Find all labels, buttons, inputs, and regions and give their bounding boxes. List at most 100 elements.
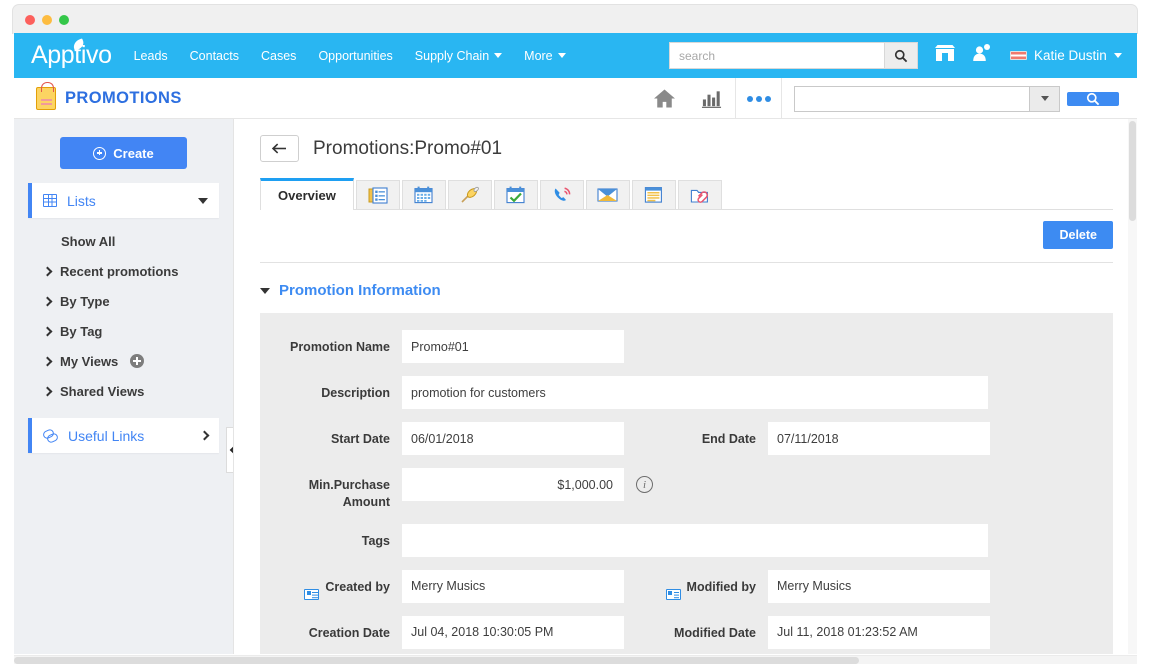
module-search-button[interactable] xyxy=(1067,92,1119,106)
start-date-label: Start Date xyxy=(260,422,390,448)
home-button[interactable] xyxy=(641,78,688,119)
chevron-down-icon xyxy=(260,288,270,294)
modified-by-label: Modified by xyxy=(687,579,756,596)
nav-link-contacts[interactable]: Contacts xyxy=(190,49,239,63)
info-icon[interactable]: i xyxy=(636,476,653,493)
record-tabs: Overview xyxy=(260,180,1113,210)
module-search-dropdown[interactable] xyxy=(1029,86,1060,112)
store-icon[interactable] xyxy=(934,44,956,68)
description-value[interactable]: promotion for customers xyxy=(402,376,988,409)
search-icon xyxy=(894,49,908,63)
sidebar-item-recent-promotions[interactable]: Recent promotions xyxy=(14,256,233,286)
pushpin-icon xyxy=(460,186,480,204)
sidebar-item-label: By Type xyxy=(60,294,110,309)
tab-overview[interactable]: Overview xyxy=(260,178,354,210)
sidebar-section-lists[interactable]: Lists xyxy=(28,183,219,218)
user-menu[interactable]: Katie Dustin xyxy=(1010,48,1122,63)
field-row-tags: Tags xyxy=(260,524,1113,557)
attachment-icon xyxy=(690,187,709,204)
sidebar-item-show-all[interactable]: Show All xyxy=(14,226,233,256)
contact-card-icon xyxy=(304,589,319,600)
chevron-down-icon xyxy=(1114,53,1122,58)
sidebar-item-shared-views[interactable]: Shared Views xyxy=(14,376,233,406)
end-date-value[interactable]: 07/11/2018 xyxy=(768,422,990,455)
tab-notes[interactable] xyxy=(632,180,676,209)
global-search-input[interactable] xyxy=(670,43,884,68)
nav-label: Opportunities xyxy=(318,49,392,63)
creation-date-value: Jul 04, 2018 10:30:05 PM xyxy=(402,616,624,649)
nav-label: More xyxy=(524,49,552,63)
end-date-label: End Date xyxy=(624,422,756,448)
close-window-button[interactable] xyxy=(25,15,35,25)
window-chrome xyxy=(12,4,1138,34)
nav-link-cases[interactable]: Cases xyxy=(261,49,296,63)
sidebar: Create Lists Show All Recent promotions … xyxy=(14,119,233,654)
chevron-right-icon xyxy=(43,266,53,276)
sidebar-item-by-type[interactable]: By Type xyxy=(14,286,233,316)
tags-label: Tags xyxy=(260,524,390,550)
module-toolbar xyxy=(641,78,1119,119)
delete-button[interactable]: Delete xyxy=(1043,221,1113,249)
vertical-scrollbar[interactable] xyxy=(1128,119,1137,654)
chevron-down-icon xyxy=(558,53,566,58)
created-by-label-group: Created by xyxy=(260,570,390,600)
horizontal-scrollbar[interactable] xyxy=(14,655,1137,664)
chevron-right-icon xyxy=(200,431,210,441)
nav-link-opportunities[interactable]: Opportunities xyxy=(318,49,392,63)
global-search-button[interactable] xyxy=(884,43,917,68)
sidebar-item-by-tag[interactable]: By Tag xyxy=(14,316,233,346)
user-badge-icon[interactable] xyxy=(971,43,991,68)
tab-emails[interactable] xyxy=(586,180,630,209)
back-button[interactable] xyxy=(260,135,299,162)
tags-value[interactable] xyxy=(402,524,988,557)
grid-icon xyxy=(43,194,57,207)
sidebar-item-my-views[interactable]: My Views xyxy=(14,346,233,376)
module-search-input[interactable] xyxy=(794,86,1029,112)
field-row-min-purchase-amount: Min.Purchase Amount $1,000.00 i xyxy=(260,468,1113,511)
nav-link-more[interactable]: More xyxy=(524,49,565,63)
sidebar-item-label: My Views xyxy=(60,354,118,369)
chevron-right-icon xyxy=(43,296,53,306)
min-purchase-amount-label-line2: Amount xyxy=(260,494,390,511)
sidebar-section-label: Useful Links xyxy=(68,428,201,444)
reports-button[interactable] xyxy=(688,78,735,119)
create-button[interactable]: Create xyxy=(60,137,187,169)
field-row-description: Description promotion for customers xyxy=(260,376,1113,409)
tab-attachments[interactable] xyxy=(678,180,722,209)
home-icon xyxy=(653,88,676,109)
tab-tasks[interactable] xyxy=(494,180,538,209)
module-search xyxy=(794,86,1060,112)
nav-link-supply-chain[interactable]: Supply Chain xyxy=(415,49,502,63)
sidebar-item-label: Recent promotions xyxy=(60,264,178,279)
phone-icon xyxy=(552,186,572,204)
created-by-value: Merry Musics xyxy=(402,570,624,603)
apptivo-logo[interactable]: Apptivo xyxy=(31,41,112,70)
bar-chart-icon xyxy=(701,88,722,109)
minimize-window-button[interactable] xyxy=(42,15,52,25)
tab-news[interactable] xyxy=(356,180,400,209)
news-icon xyxy=(368,187,388,204)
section-header-promotion-information[interactable]: Promotion Information xyxy=(260,282,1113,299)
vertical-scrollbar-thumb[interactable] xyxy=(1129,121,1136,221)
plus-circle-icon xyxy=(93,147,106,160)
tab-calls[interactable] xyxy=(540,180,584,209)
chevron-right-icon xyxy=(43,326,53,336)
more-options-button[interactable] xyxy=(735,78,782,119)
start-date-value[interactable]: 06/01/2018 xyxy=(402,422,624,455)
promotion-name-value[interactable]: Promo#01 xyxy=(402,330,624,363)
tab-calendar[interactable] xyxy=(402,180,446,209)
nav-label: Supply Chain xyxy=(415,49,489,63)
tab-pushpin[interactable] xyxy=(448,180,492,209)
field-row-creation-modified-date: Creation Date Jul 04, 2018 10:30:05 PM M… xyxy=(260,616,1113,649)
email-icon xyxy=(597,187,618,203)
nav-link-leads[interactable]: Leads xyxy=(134,49,168,63)
horizontal-scrollbar-thumb[interactable] xyxy=(14,657,859,664)
modified-by-label-group: Modified by xyxy=(624,570,756,600)
min-purchase-amount-value[interactable]: $1,000.00 xyxy=(402,468,624,501)
add-view-icon[interactable] xyxy=(130,354,144,368)
tab-label: Overview xyxy=(278,188,336,203)
field-row-promotion-name: Promotion Name Promo#01 xyxy=(260,330,1113,363)
sidebar-section-useful-links[interactable]: Useful Links xyxy=(28,418,219,453)
maximize-window-button[interactable] xyxy=(59,15,69,25)
search-icon xyxy=(1086,92,1100,106)
